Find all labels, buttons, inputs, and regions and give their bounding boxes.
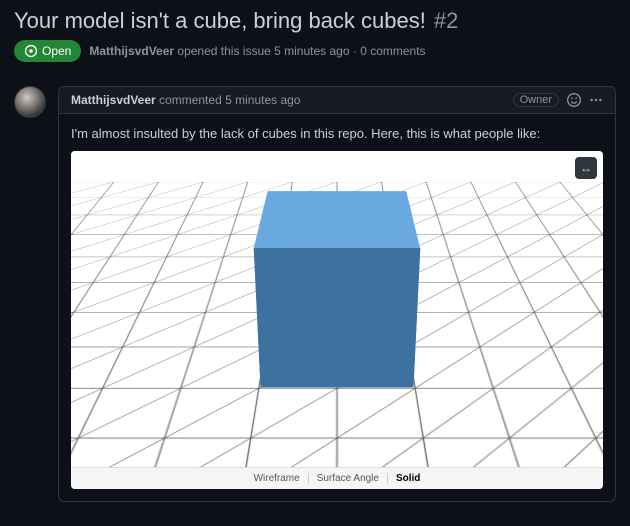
commented-verb: commented [159,93,222,107]
viewer-tab-wireframe[interactable]: Wireframe [246,473,309,484]
author-link[interactable]: MatthijsvdVeer [89,44,174,58]
viewer-toolbar: WireframeSurface AngleSolid [71,467,603,489]
status-badge: Open [14,40,81,62]
expand-icon[interactable]: ↔ [575,157,597,179]
issue-title-row: Your model isn't a cube, bring back cube… [14,8,616,34]
kebab-icon[interactable] [589,93,603,107]
comment-count: 0 comments [360,44,425,58]
issue-title: Your model isn't a cube, bring back cube… [14,8,426,34]
issue-open-icon [24,44,38,58]
viewer-tab-surface-angle[interactable]: Surface Angle [309,473,388,484]
issue-number: #2 [434,8,458,34]
avatar[interactable] [14,86,46,118]
3d-scene [71,151,603,467]
commenter-link[interactable]: MatthijsvdVeer [71,93,156,107]
opened-text: opened this issue 5 minutes ago [177,44,349,58]
cube-face-top [254,191,420,248]
comment-header: MatthijsvdVeer commented 5 minutes ago O… [59,87,615,114]
comment-text: I'm almost insulted by the lack of cubes… [71,126,603,141]
cube [257,254,416,320]
commented-time: 5 minutes ago [225,93,300,107]
comment-box: MatthijsvdVeer commented 5 minutes ago O… [58,86,616,502]
owner-badge: Owner [513,93,559,107]
attached-image[interactable]: ↔ [71,151,603,489]
emoji-icon[interactable] [567,93,581,107]
status-text: Open [42,44,71,58]
grid-floor [71,182,603,467]
viewer-tab-solid[interactable]: Solid [388,473,428,484]
comment-body: I'm almost insulted by the lack of cubes… [59,114,615,501]
issue-meta: Open MatthijsvdVeer opened this issue 5 … [14,40,616,62]
